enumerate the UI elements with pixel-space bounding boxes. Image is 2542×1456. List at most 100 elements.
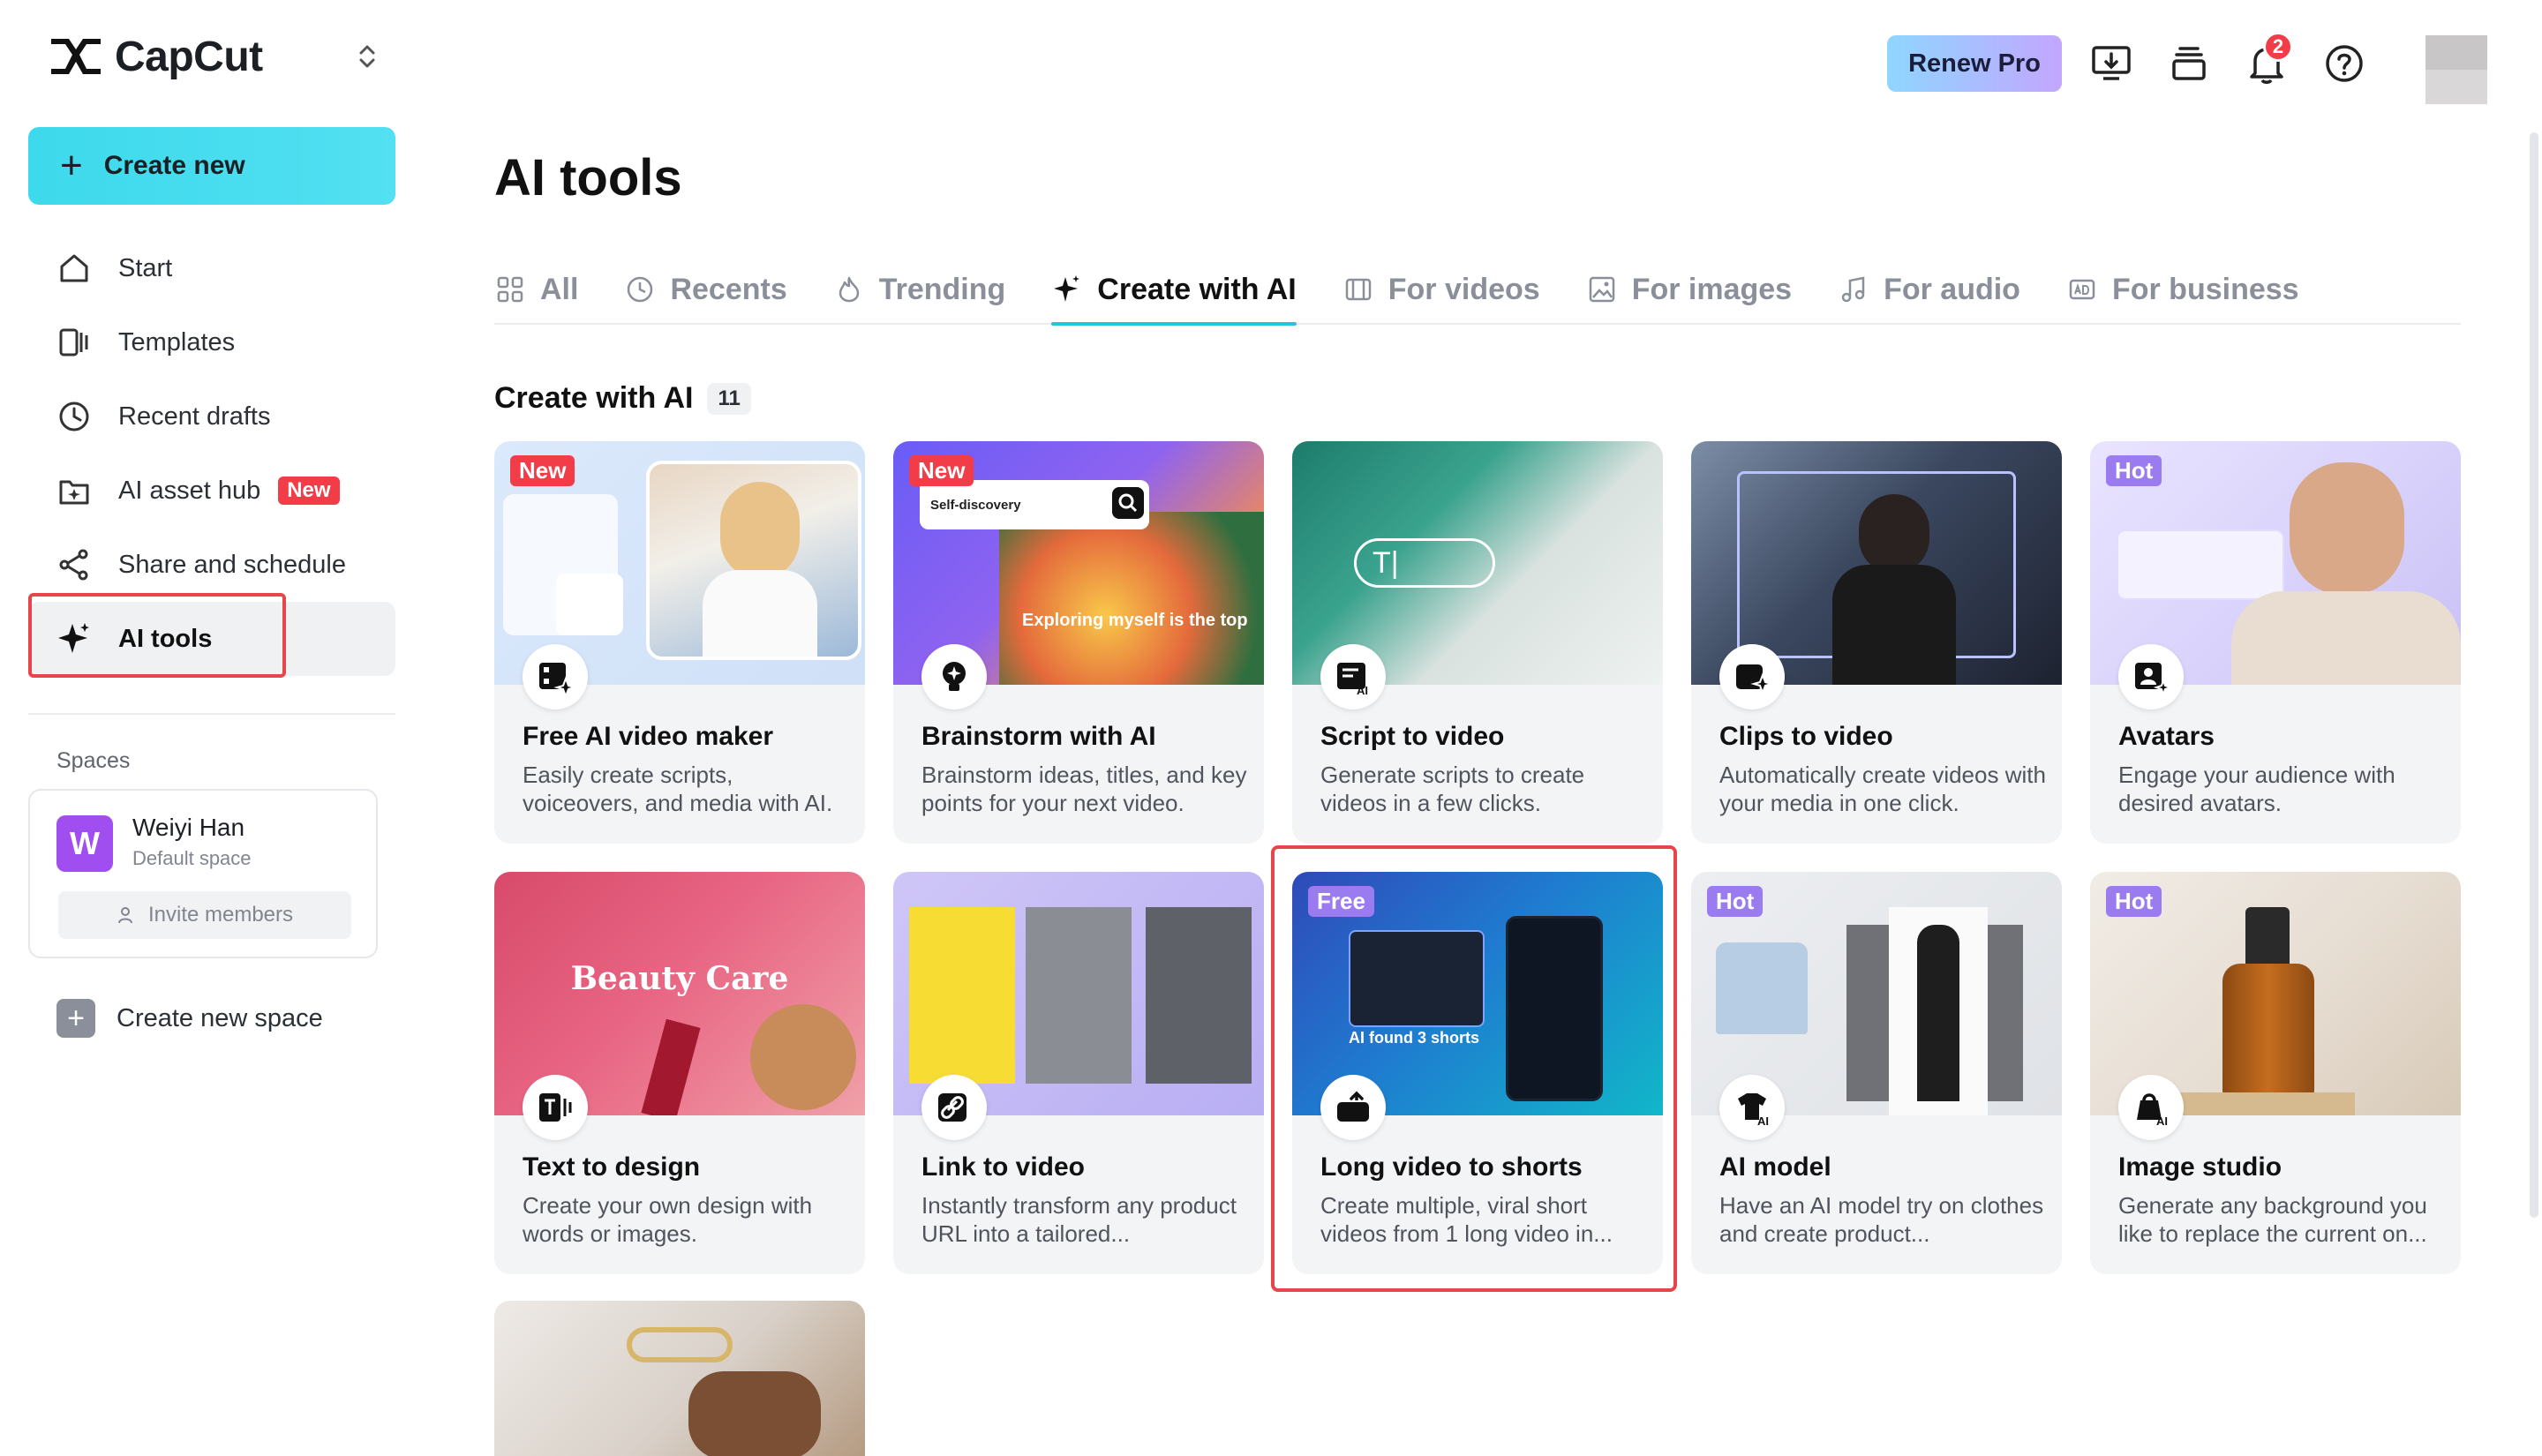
free-badge: Free bbox=[1308, 886, 1374, 917]
tool-card-image-studio[interactable]: Hot AI Image studio Generate any backgro… bbox=[2090, 872, 2461, 1274]
tool-card-text-to-design[interactable]: Beauty Care Text to design Create your o… bbox=[494, 872, 865, 1274]
card-title: Text to design bbox=[523, 1152, 700, 1182]
flame-icon bbox=[833, 274, 865, 305]
card-description: Instantly transform any product URL into… bbox=[921, 1191, 1248, 1248]
tool-card-clips-to-video[interactable]: Clips to video Automatically create vide… bbox=[1691, 441, 2062, 844]
create-new-space-label: Create new space bbox=[117, 1004, 323, 1033]
layers-icon[interactable] bbox=[2164, 39, 2214, 88]
sparkle-icon bbox=[56, 621, 92, 657]
page-scrollbar[interactable] bbox=[2530, 132, 2538, 1218]
video-maker-icon bbox=[523, 644, 588, 709]
space-card[interactable]: W Weiyi Han Default space Invite members bbox=[28, 789, 378, 958]
tab-for-audio[interactable]: For audio bbox=[1838, 256, 2020, 323]
sidebar-item-label: Start bbox=[118, 254, 172, 283]
download-app-icon[interactable] bbox=[2087, 39, 2136, 88]
lightbulb-icon bbox=[921, 644, 987, 709]
tool-card-brainstorm-with-ai[interactable]: Self-discovery Exploring myself is the t… bbox=[893, 441, 1264, 844]
sidebar-divider bbox=[28, 713, 395, 715]
clips-ai-icon bbox=[1719, 644, 1785, 709]
card-description: Engage your audience with desired avatar… bbox=[2118, 761, 2445, 817]
card-description: Brainstorm ideas, titles, and key points… bbox=[921, 761, 1248, 817]
notification-bell-icon[interactable]: 2 bbox=[2242, 39, 2291, 88]
create-new-space-button[interactable]: + Create new space bbox=[56, 999, 323, 1038]
new-badge: New bbox=[909, 455, 974, 486]
tab-all[interactable]: All bbox=[494, 256, 578, 323]
workspace-switch-icon[interactable] bbox=[351, 41, 383, 72]
tool-card-ai-model[interactable]: Hot AI AI model Have an AI model try on … bbox=[1691, 872, 2062, 1274]
sidebar-item-templates[interactable]: Templates bbox=[28, 305, 395, 379]
tab-create-with-ai[interactable]: Create with AI bbox=[1051, 256, 1296, 323]
card-title: Long video to shorts bbox=[1320, 1152, 1583, 1182]
thumbnail-text: AI found 3 shorts bbox=[1349, 1029, 1479, 1047]
tab-label: For videos bbox=[1388, 273, 1540, 307]
tab-label: For audio bbox=[1884, 273, 2020, 307]
thumbnail-caption: Exploring myself is the top bbox=[1022, 611, 1248, 631]
thumbnail-text: Beauty Care bbox=[494, 960, 865, 997]
sidebar-item-ai-asset-hub[interactable]: AI asset hub New bbox=[28, 454, 395, 528]
tab-for-videos[interactable]: For videos bbox=[1342, 256, 1540, 323]
renew-pro-button[interactable]: Renew Pro bbox=[1887, 35, 2062, 92]
sidebar: CapCut + Create new Start Templates bbox=[0, 0, 424, 1456]
capcut-logo-icon bbox=[48, 34, 104, 79]
asset-hub-icon bbox=[56, 473, 92, 508]
grid-icon bbox=[494, 274, 526, 305]
card-description: Generate any background you like to repl… bbox=[2118, 1191, 2445, 1248]
tool-card-avatars[interactable]: Hot Avatars Engage your audience with de… bbox=[2090, 441, 2461, 844]
tool-card-partial[interactable] bbox=[494, 1301, 865, 1456]
tab-label: Recents bbox=[670, 273, 786, 307]
tab-label: For business bbox=[2112, 273, 2299, 307]
shorts-convert-icon bbox=[1320, 1075, 1386, 1140]
ad-icon bbox=[2066, 274, 2098, 305]
card-title: Script to video bbox=[1320, 722, 1504, 752]
sidebar-item-ai-tools[interactable]: AI tools bbox=[28, 602, 395, 676]
avatar-icon bbox=[2118, 644, 2184, 709]
tool-card-long-video-to-shorts[interactable]: AI found 3 shorts Free Long video to sho… bbox=[1292, 872, 1663, 1274]
help-icon[interactable] bbox=[2320, 39, 2369, 88]
section-header: Create with AI 11 bbox=[494, 381, 751, 416]
create-new-button[interactable]: + Create new bbox=[28, 127, 395, 205]
tab-recents[interactable]: Recents bbox=[624, 256, 786, 323]
invite-members-button[interactable]: Invite members bbox=[58, 891, 351, 939]
svg-text:AI: AI bbox=[1757, 1115, 1769, 1127]
new-badge: New bbox=[510, 455, 575, 486]
card-description: Easily create scripts, voiceovers, and m… bbox=[523, 761, 849, 817]
page-title: AI tools bbox=[494, 148, 682, 207]
create-new-label: Create new bbox=[104, 151, 245, 181]
tab-for-images[interactable]: For images bbox=[1586, 256, 1792, 323]
card-title: Clips to video bbox=[1719, 722, 1893, 752]
home-icon bbox=[56, 251, 92, 286]
tab-label: Trending bbox=[879, 273, 1006, 307]
plus-square-icon: + bbox=[56, 999, 95, 1038]
card-title: Free AI video maker bbox=[523, 722, 773, 752]
svg-text:AI: AI bbox=[2156, 1115, 2168, 1127]
category-tabs: All Recents Trending Create with AI For … bbox=[494, 256, 2461, 325]
tab-label: Create with AI bbox=[1097, 273, 1296, 307]
space-name: Weiyi Han bbox=[132, 814, 244, 842]
hot-badge: Hot bbox=[2106, 455, 2162, 486]
tab-label: All bbox=[540, 273, 578, 307]
card-thumbnail bbox=[494, 1301, 865, 1456]
sidebar-item-share-schedule[interactable]: Share and schedule bbox=[28, 528, 395, 602]
tshirt-ai-icon: AI bbox=[1719, 1075, 1785, 1140]
profile-avatar[interactable] bbox=[2425, 35, 2487, 104]
link-icon bbox=[921, 1075, 987, 1140]
tab-trending[interactable]: Trending bbox=[833, 256, 1006, 323]
sidebar-item-start[interactable]: Start bbox=[28, 231, 395, 305]
sidebar-item-recent-drafts[interactable]: Recent drafts bbox=[28, 379, 395, 454]
sidebar-item-label: Templates bbox=[118, 328, 235, 357]
tool-card-link-to-video[interactable]: Link to video Instantly transform any pr… bbox=[893, 872, 1264, 1274]
clock-icon bbox=[624, 274, 656, 305]
card-description: Create your own design with words or ima… bbox=[523, 1191, 849, 1248]
text-design-icon bbox=[523, 1075, 588, 1140]
svg-text:AI: AI bbox=[1357, 684, 1368, 696]
share-icon bbox=[56, 547, 92, 582]
tab-for-business[interactable]: For business bbox=[2066, 256, 2299, 323]
tool-card-script-to-video[interactable]: T| AI Script to video Generate scripts t… bbox=[1292, 441, 1663, 844]
sidebar-item-label: AI asset hub bbox=[118, 477, 260, 506]
space-avatar: W bbox=[56, 815, 113, 872]
card-title: Brainstorm with AI bbox=[921, 722, 1156, 752]
hot-badge: Hot bbox=[2106, 886, 2162, 917]
templates-icon bbox=[56, 325, 92, 360]
tool-card-free-ai-video-maker[interactable]: New Free AI video maker Easily create sc… bbox=[494, 441, 865, 844]
capcut-app: CapCut + Create new Start Templates bbox=[0, 0, 2542, 1456]
